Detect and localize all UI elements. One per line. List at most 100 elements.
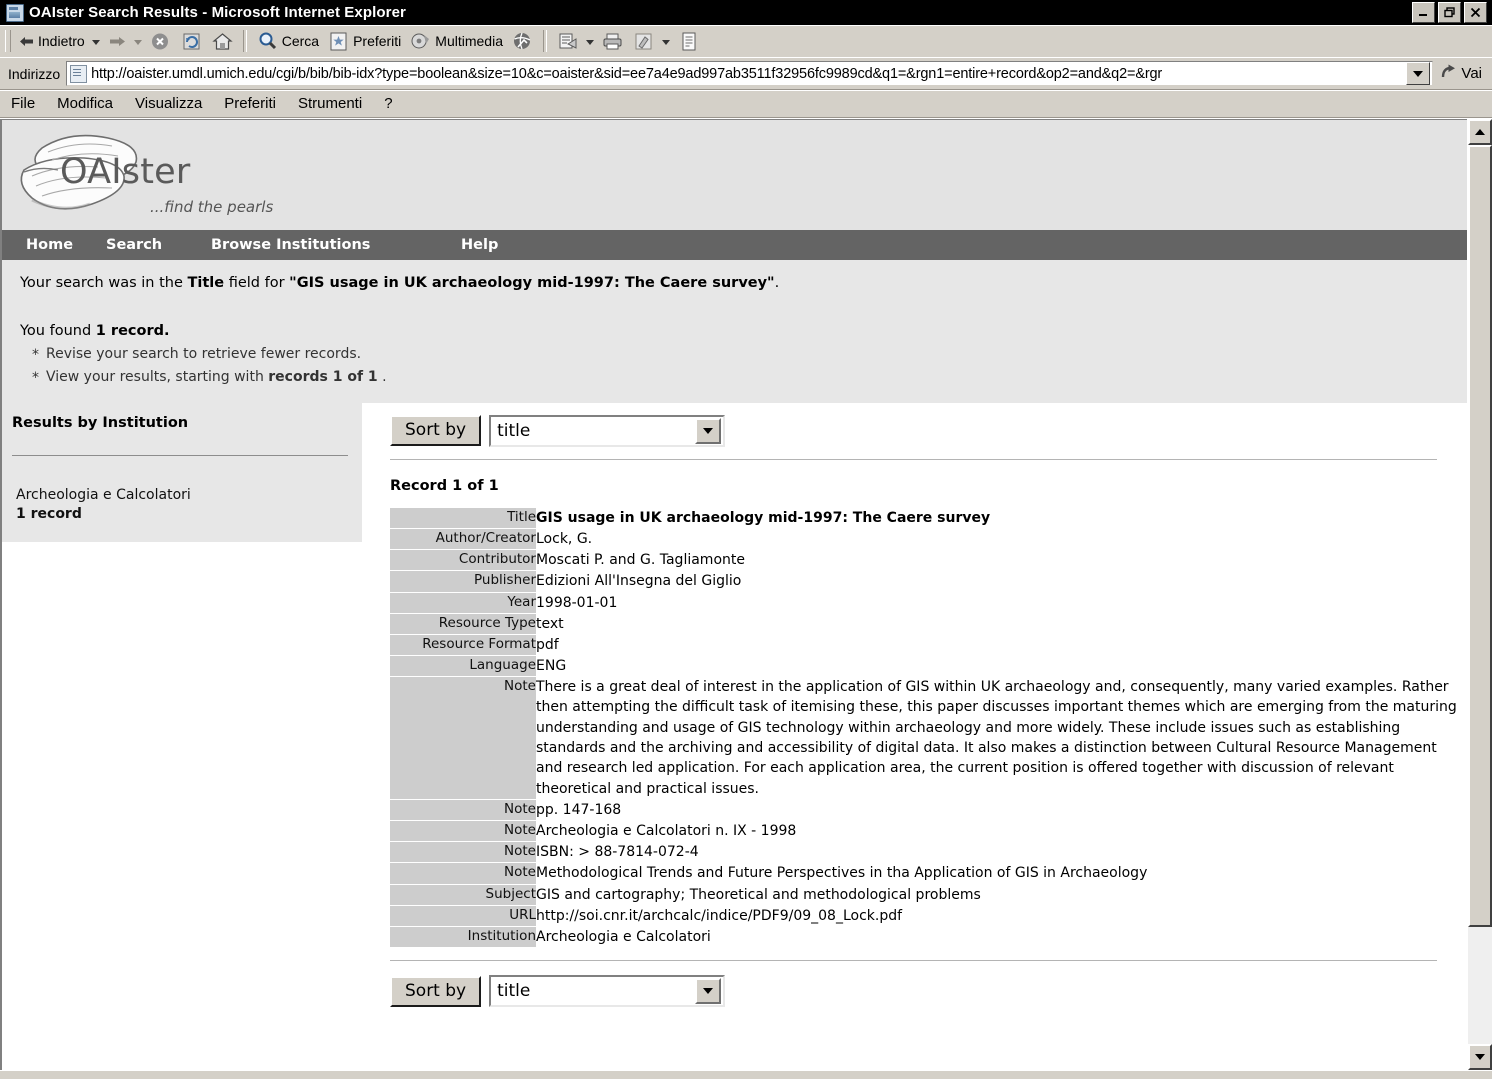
back-button[interactable]: Indietro [14, 28, 89, 54]
minimize-button[interactable] [1412, 2, 1435, 23]
media-button[interactable]: Multimedia [405, 28, 507, 54]
menu-item-strumenti[interactable]: Strumenti [287, 95, 373, 112]
summary-suffix: . [774, 275, 780, 291]
edit-page-icon [632, 30, 655, 53]
search-icon [256, 30, 279, 53]
field-value-title: GIS usage in UK archaeology mid-1997: Th… [536, 507, 1467, 530]
field-label: Language [390, 655, 536, 678]
field-label: Publisher [390, 570, 536, 593]
field-label: URL [390, 905, 536, 927]
edit-button[interactable] [628, 28, 659, 54]
field-label: Note [390, 862, 536, 885]
vertical-scrollbar[interactable] [1467, 119, 1492, 1070]
edit-caret-icon[interactable] [662, 39, 670, 45]
nav-item-search[interactable]: Search [106, 237, 211, 253]
institution-name[interactable]: Archeologia e Calcolatori [16, 486, 362, 505]
found-prefix: You found [20, 322, 96, 339]
address-dropdown-button[interactable] [1406, 62, 1431, 85]
forward-history-caret-icon[interactable] [133, 39, 142, 45]
sort-select-top[interactable]: title [489, 414, 726, 447]
search-button-label: Cerca [281, 33, 320, 49]
field-label: Note [390, 799, 536, 822]
scroll-up-button[interactable] [1468, 119, 1492, 145]
summary-prefix: Your search was in the [20, 275, 188, 291]
window-title: OAIster Search Results - Microsoft Inter… [29, 4, 406, 21]
field-value-note-pages: pp. 147-168 [536, 799, 1467, 822]
discuss-button[interactable] [673, 28, 704, 54]
nav-item-help[interactable]: Help [461, 237, 498, 253]
nav-item-browse-institutions[interactable]: Browse Institutions [211, 237, 461, 253]
field-value-note-journal: Archeologia e Calcolatori n. IX - 1998 [536, 820, 1467, 843]
scrollbar-track[interactable] [1468, 145, 1492, 1044]
page-icon [70, 64, 88, 83]
chevron-down-icon [703, 427, 714, 434]
field-value-publisher: Edizioni All'Insegna del Giglio [536, 570, 1467, 593]
scrollbar-thumb[interactable] [1468, 145, 1492, 927]
address-bar: Indirizzo http://oaister.umdl.umich.edu/… [0, 58, 1492, 90]
browser-toolbar: Indietro Cerca Preferiti Multimedia [0, 25, 1492, 58]
sort-by-button-bottom[interactable]: Sort by [390, 975, 482, 1007]
mail-caret-icon[interactable] [586, 39, 594, 45]
chevron-down-icon [1413, 70, 1424, 77]
back-history-caret-icon[interactable] [91, 39, 100, 45]
summary-bullet-view[interactable]: View your results, starting with records… [20, 368, 1467, 388]
bullet2-suffix: . [382, 369, 387, 386]
sidebar-title: Results by Institution [12, 414, 189, 431]
table-row: Note pp. 147-168 [390, 799, 1467, 822]
menu-item-help[interactable]: ? [373, 95, 403, 112]
table-row: Note ISBN: > 88-7814-072-4 [390, 841, 1467, 864]
menu-item-visualizza[interactable]: Visualizza [124, 95, 213, 112]
sort-select-arrow-top[interactable] [695, 417, 722, 444]
summary-field-name: Title [187, 275, 225, 291]
field-label: Resource Format [390, 634, 536, 657]
refresh-button[interactable] [176, 28, 207, 54]
sort-select-bottom[interactable]: title [489, 975, 726, 1008]
record-heading: Record 1 of 1 [390, 477, 499, 494]
table-row: Note There is a great deal of interest i… [390, 676, 1467, 800]
nav-item-home[interactable]: Home [26, 237, 106, 253]
summary-mid: field for [224, 275, 290, 291]
institution-facet-item[interactable]: Archeologia e Calcolatori 1 record [2, 456, 362, 524]
found-count: 1 record. [95, 322, 170, 339]
menu-item-modifica[interactable]: Modifica [46, 95, 124, 112]
favorites-star-icon [327, 30, 350, 53]
restore-button[interactable] [1438, 2, 1461, 23]
site-masthead: OAIster ...find the pearls [2, 120, 1467, 230]
menu-item-file[interactable]: File [0, 95, 46, 112]
record-metadata-body: Title GIS usage in UK archaeology mid-19… [390, 507, 1467, 949]
field-value-note-series: Methodological Trends and Future Perspec… [536, 862, 1467, 885]
go-button[interactable]: Vai [1434, 63, 1492, 85]
menu-item-preferiti[interactable]: Preferiti [213, 95, 287, 112]
sort-select-arrow-bottom[interactable] [695, 978, 722, 1005]
record-metadata-table: Title GIS usage in UK archaeology mid-19… [390, 507, 1467, 949]
browser-viewport: OAIster ...find the pearls Home Search B… [0, 118, 1492, 1070]
field-label: Note [390, 820, 536, 843]
triangle-up-icon [1475, 129, 1485, 135]
forward-button[interactable] [103, 28, 131, 54]
search-button[interactable]: Cerca [252, 28, 323, 54]
history-globe-icon [511, 30, 534, 53]
summary-bullet-revise[interactable]: Revise your search to retrieve fewer rec… [20, 345, 1467, 365]
sort-by-button-top[interactable]: Sort by [390, 415, 482, 447]
close-button[interactable] [1464, 2, 1487, 23]
address-input[interactable]: http://oaister.umdl.umich.edu/cgi/b/bib/… [66, 61, 1434, 86]
toolbar-grip[interactable] [5, 30, 11, 52]
stop-button[interactable] [145, 28, 176, 54]
scroll-down-button[interactable] [1468, 1044, 1492, 1070]
summary-query: "GIS usage in UK archaeology mid-1997: T… [289, 275, 775, 291]
sort-select-value-bottom: title [497, 981, 531, 1002]
field-value-note-isbn: ISBN: > 88-7814-072-4 [536, 841, 1467, 864]
favorites-button[interactable]: Preferiti [323, 28, 405, 54]
history-button[interactable] [507, 28, 538, 54]
home-button[interactable] [207, 28, 238, 54]
mail-button[interactable] [552, 28, 583, 54]
stop-icon [149, 30, 172, 53]
web-page: OAIster ...find the pearls Home Search B… [0, 119, 1467, 1070]
field-value-url[interactable]: http://soi.cnr.it/archcalc/indice/PDF9/0… [536, 905, 1467, 927]
toolbar-separator-2 [543, 30, 547, 52]
field-label: Contributor [390, 549, 536, 572]
print-button[interactable] [597, 28, 628, 54]
bullet2-prefix: View your results, starting with [46, 369, 269, 386]
sort-controls-top: Sort by title [390, 403, 1467, 447]
field-value-subject: GIS and cartography; Theoretical and met… [536, 884, 1467, 906]
